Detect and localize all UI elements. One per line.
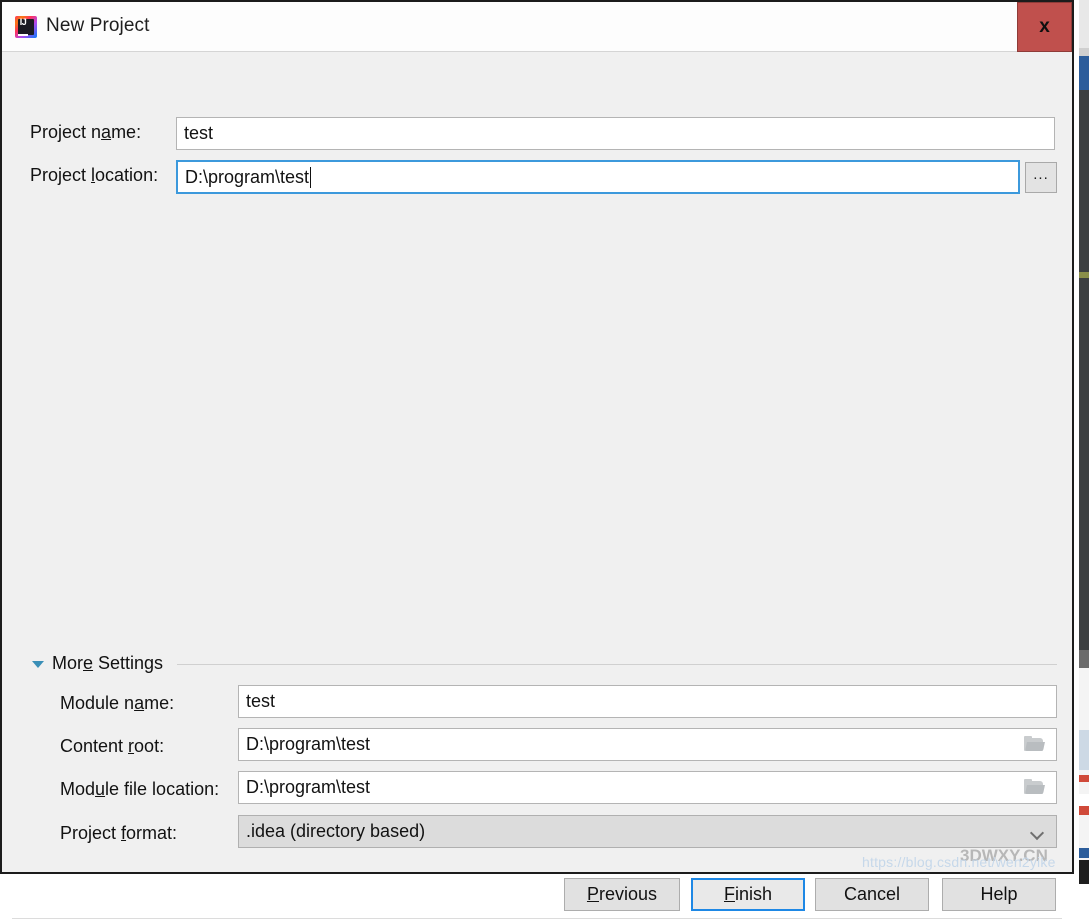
backdrop-segment	[1079, 48, 1089, 56]
more-settings-label: More Settings	[52, 653, 163, 674]
module-name-label: Module name:	[60, 693, 174, 714]
backdrop-segment	[1079, 0, 1089, 48]
backdrop-segment	[1079, 770, 1089, 794]
content-root-input[interactable]: D:\program\test	[238, 728, 1057, 761]
ellipsis-icon: ...	[1033, 166, 1049, 183]
content-root-label: Content root:	[60, 736, 164, 757]
previous-button[interactable]: Previous	[564, 878, 680, 911]
label-text-post: me:	[144, 693, 175, 713]
project-format-value: .idea (directory based)	[246, 821, 426, 841]
module-file-location-label: Module file location:	[60, 779, 219, 800]
backdrop-segment	[1079, 848, 1089, 858]
dialog-content: Project name: test Project location: D:\…	[2, 52, 1072, 919]
folder-icon[interactable]	[1024, 736, 1045, 752]
backdrop-segment	[1079, 56, 1089, 90]
dialog-titlebar: IJ New Project x	[2, 2, 1072, 52]
label-mnemonic: e	[83, 653, 94, 673]
label-text-post: ocation:	[95, 165, 159, 185]
module-file-location-input[interactable]: D:\program\test	[238, 771, 1057, 804]
intellij-idea-icon: IJ	[15, 16, 37, 38]
label-text-pre: Content	[60, 736, 129, 756]
help-button-label: Help	[980, 884, 1018, 904]
cancel-button-label: Cancel	[843, 884, 901, 904]
label-text-pre: Mod	[60, 779, 96, 799]
content-root-value: D:\program\test	[246, 734, 371, 754]
icon-letters: IJ	[19, 17, 27, 27]
module-name-value: test	[246, 691, 276, 711]
backdrop-segment	[1079, 806, 1089, 815]
backdrop-segment	[1079, 650, 1089, 668]
label-text-post: revious	[598, 884, 658, 904]
help-button[interactable]: Help	[942, 878, 1056, 911]
close-button[interactable]: x	[1017, 2, 1072, 52]
backdrop-segment	[1079, 668, 1089, 730]
project-location-input[interactable]: D:\program\test	[176, 160, 1020, 194]
module-name-input[interactable]: test	[238, 685, 1057, 718]
label-mnemonic: a	[101, 122, 112, 142]
label-text-pre: Mor	[52, 653, 83, 673]
more-settings-separator	[177, 664, 1057, 665]
label-mnemonic: a	[134, 693, 145, 713]
backdrop-segment	[1079, 860, 1089, 884]
project-name-input[interactable]: test	[176, 117, 1055, 150]
text-caret	[310, 166, 312, 188]
cancel-button[interactable]: Cancel	[815, 878, 929, 911]
project-format-select[interactable]: .idea (directory based)	[238, 815, 1057, 848]
label-text-post: le file location:	[105, 779, 220, 799]
label-text-pre: Project n	[30, 122, 102, 142]
backdrop-segment	[1079, 775, 1089, 782]
project-name-value: test	[184, 123, 214, 143]
label-mnemonic: u	[95, 779, 106, 799]
finish-button-label: Finish	[724, 884, 772, 905]
backdrop-segment	[1079, 90, 1089, 650]
folder-icon[interactable]	[1024, 779, 1045, 795]
label-text-pre: Module n	[60, 693, 135, 713]
new-project-dialog: IJ New Project x Project name: test Proj…	[0, 0, 1074, 919]
label-mnemonic: P	[586, 884, 599, 904]
more-settings-toggle[interactable]: More Settings	[32, 653, 163, 674]
label-text-post: me:	[111, 122, 142, 142]
backdrop-segment	[1079, 272, 1089, 278]
label-text-post: ormat:	[126, 823, 178, 843]
label-text-post: inish	[734, 884, 773, 904]
label-text-pre: Project	[60, 823, 122, 843]
label-text-post: Settings	[93, 653, 164, 673]
module-file-location-value: D:\program\test	[246, 777, 371, 797]
project-name-label: Project name:	[30, 122, 141, 143]
finish-button[interactable]: Finish	[691, 878, 805, 911]
chevron-down-icon	[32, 661, 44, 668]
project-format-label: Project format:	[60, 823, 177, 844]
project-location-value: D:\program\test	[185, 166, 310, 187]
backdrop-segment	[1079, 730, 1089, 770]
dialog-title: New Project	[46, 15, 150, 36]
project-location-browse-button[interactable]: ...	[1025, 162, 1057, 193]
project-location-label: Project location:	[30, 165, 158, 186]
chevron-down-icon	[1032, 828, 1044, 836]
label-text-pre: Project	[30, 165, 92, 185]
label-mnemonic: F	[723, 884, 735, 904]
label-text-post: oot:	[134, 736, 165, 756]
previous-button-label: Previous	[587, 884, 657, 905]
close-icon: x	[1039, 16, 1050, 37]
